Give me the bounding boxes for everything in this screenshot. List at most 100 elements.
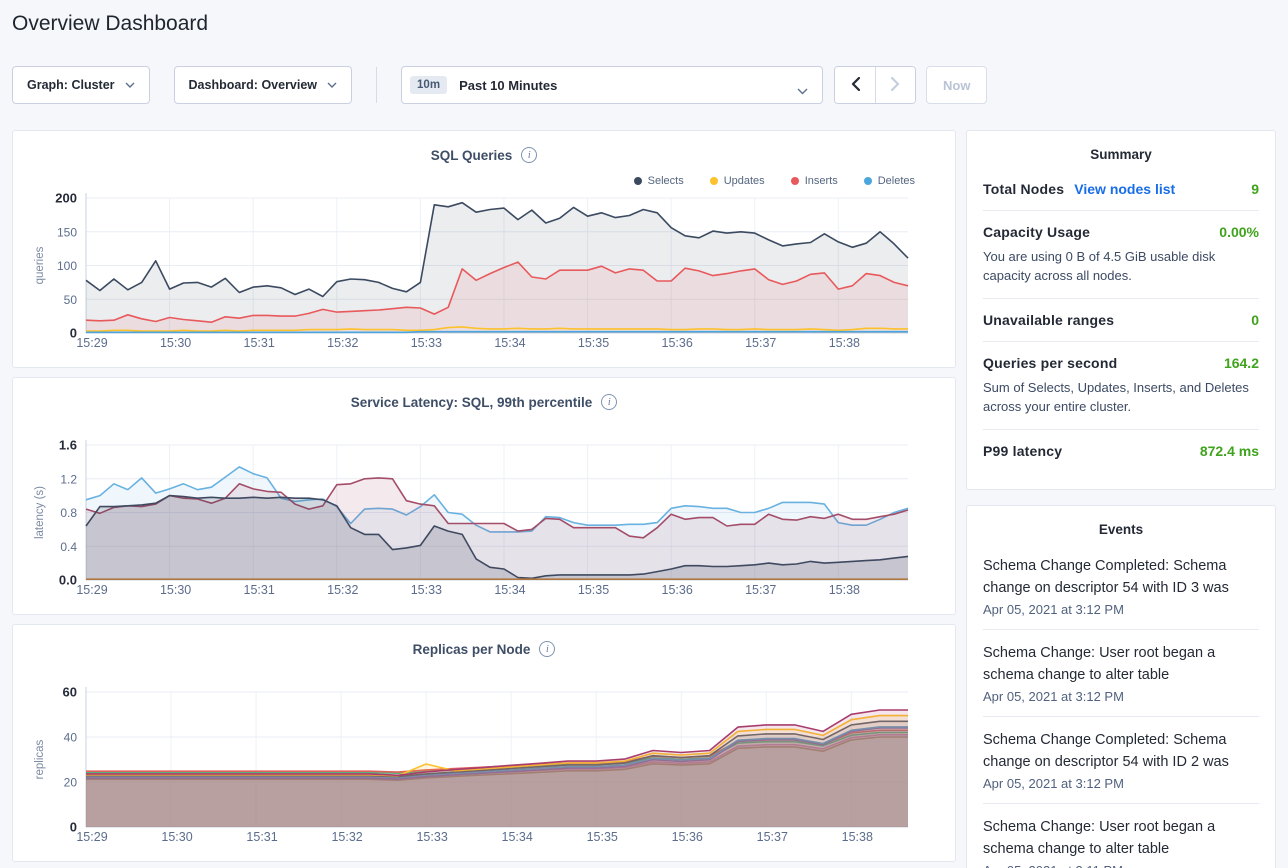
svg-text:15:38: 15:38 <box>829 336 860 350</box>
summary-row-p99: P99 latency 872.4 ms <box>983 430 1259 459</box>
svg-text:15:36: 15:36 <box>672 830 703 844</box>
info-icon[interactable]: i <box>539 641 555 657</box>
dashboard-dropdown[interactable]: Dashboard: Overview <box>174 66 353 104</box>
chevron-down-icon <box>327 82 337 88</box>
event-text: Schema Change Completed: Schema change o… <box>983 555 1259 599</box>
svg-text:15:30: 15:30 <box>160 336 191 350</box>
chart-header: SQL Queries i <box>13 147 955 163</box>
capacity-value: 0.00% <box>1219 224 1259 240</box>
svg-text:15:36: 15:36 <box>662 336 693 350</box>
svg-text:1.2: 1.2 <box>60 472 77 486</box>
legend-item-inserts: Inserts <box>791 175 838 187</box>
event-item[interactable]: Schema Change: User root began a schema … <box>983 630 1259 717</box>
svg-text:15:32: 15:32 <box>331 830 362 844</box>
svg-text:15:33: 15:33 <box>411 336 442 350</box>
service-latency-card: Service Latency: SQL, 99th percentile i … <box>12 377 956 615</box>
page-title: Overview Dashboard <box>12 12 208 36</box>
time-step-group <box>834 66 916 104</box>
svg-text:15:32: 15:32 <box>327 583 358 597</box>
svg-text:20: 20 <box>64 776 78 790</box>
chevron-down-icon <box>125 82 135 88</box>
svg-text:15:36: 15:36 <box>662 583 693 597</box>
event-text: Schema Change: User root began a schema … <box>983 642 1259 686</box>
sql-queries-card: SQL Queries i Selects Updates Inserts Delet… <box>12 130 956 368</box>
now-button[interactable]: Now <box>926 66 987 104</box>
legend-item-deletes: Deletes <box>864 175 915 187</box>
svg-text:replicas: replicas <box>34 739 46 779</box>
svg-text:15:32: 15:32 <box>327 336 358 350</box>
toolbar-divider <box>376 67 377 103</box>
total-nodes-value: 9 <box>1251 181 1259 197</box>
svg-text:15:37: 15:37 <box>745 336 776 350</box>
replicas-per-node-card: Replicas per Node i 15:2915:3015:3115:32… <box>12 624 956 862</box>
event-text: Schema Change Completed: Schema change o… <box>983 729 1259 773</box>
svg-text:15:35: 15:35 <box>587 830 618 844</box>
svg-text:50: 50 <box>64 293 78 307</box>
svg-text:15:30: 15:30 <box>160 583 191 597</box>
p99-latency-label: P99 latency <box>983 443 1062 459</box>
service-latency-chart[interactable]: 15:2915:3015:3115:3215:3315:3415:3515:36… <box>13 434 957 604</box>
graph-dropdown[interactable]: Graph: Cluster <box>12 66 150 104</box>
summary-title: Summary <box>983 147 1259 162</box>
svg-text:0.0: 0.0 <box>59 573 77 588</box>
legend-dot <box>791 177 799 185</box>
dashboard-dropdown-label: Dashboard: Overview <box>189 78 318 92</box>
unavailable-ranges-value: 0 <box>1251 312 1259 328</box>
replicas-per-node-chart[interactable]: 15:2915:3015:3115:3215:3315:3415:3515:36… <box>13 681 957 851</box>
capacity-label: Capacity Usage <box>983 224 1090 240</box>
summary-panel: Summary Total Nodes View nodes list 9 Ca… <box>966 130 1276 490</box>
qps-description: Sum of Selects, Updates, Inserts, and De… <box>983 378 1259 416</box>
capacity-description: You are using 0 B of 4.5 GiB usable disk… <box>983 247 1259 285</box>
svg-text:latency (s): latency (s) <box>34 486 46 539</box>
legend-dot <box>710 177 718 185</box>
event-item[interactable]: Schema Change Completed: Schema change o… <box>983 717 1259 804</box>
svg-text:15:30: 15:30 <box>161 830 192 844</box>
svg-text:40: 40 <box>64 731 78 745</box>
legend-item-updates: Updates <box>710 175 765 187</box>
qps-label: Queries per second <box>983 355 1117 371</box>
qps-value: 164.2 <box>1224 355 1259 371</box>
event-text: Schema Change: User root began a schema … <box>983 816 1259 860</box>
info-icon[interactable]: i <box>601 394 617 410</box>
unavailable-ranges-label: Unavailable ranges <box>983 312 1114 328</box>
svg-text:15:34: 15:34 <box>502 830 533 844</box>
svg-text:100: 100 <box>57 259 77 273</box>
time-range-picker[interactable]: 10m Past 10 Minutes <box>401 66 823 104</box>
event-item[interactable]: Schema Change Completed: Schema change o… <box>983 543 1259 630</box>
summary-row-total-nodes: Total Nodes View nodes list 9 <box>983 168 1259 197</box>
svg-text:15:31: 15:31 <box>244 583 275 597</box>
svg-text:0.4: 0.4 <box>60 540 77 554</box>
view-nodes-link[interactable]: View nodes list <box>1074 181 1175 197</box>
svg-text:150: 150 <box>57 225 77 239</box>
svg-text:15:31: 15:31 <box>244 336 275 350</box>
svg-text:15:33: 15:33 <box>411 583 442 597</box>
chart-title: Service Latency: SQL, 99th percentile <box>351 395 593 410</box>
svg-text:queries: queries <box>34 246 46 284</box>
svg-text:15:33: 15:33 <box>416 830 447 844</box>
sql-queries-chart[interactable]: 15:2915:3015:3115:3215:3315:3415:3515:36… <box>13 187 957 357</box>
svg-text:15:38: 15:38 <box>842 830 873 844</box>
svg-text:0: 0 <box>70 820 77 835</box>
summary-row-qps: Queries per second 164.2 <box>983 342 1259 371</box>
next-time-button[interactable] <box>875 67 915 103</box>
legend-dot <box>864 177 872 185</box>
svg-text:15:35: 15:35 <box>578 336 609 350</box>
chevron-down-icon <box>797 83 808 98</box>
event-item[interactable]: Schema Change: User root began a schema … <box>983 804 1259 868</box>
svg-text:15:29: 15:29 <box>76 583 107 597</box>
info-icon[interactable]: i <box>521 147 537 163</box>
summary-row-unavailable: Unavailable ranges 0 <box>983 299 1259 328</box>
events-title: Events <box>983 522 1259 537</box>
svg-text:60: 60 <box>63 685 77 700</box>
chart-header: Service Latency: SQL, 99th percentile i <box>13 394 955 410</box>
event-timestamp: Apr 05, 2021 at 3:12 PM <box>983 689 1259 704</box>
legend-item-selects: Selects <box>634 175 684 187</box>
chart-header: Replicas per Node i <box>13 641 955 657</box>
summary-row-capacity: Capacity Usage 0.00% <box>983 211 1259 240</box>
chart-legend: Selects Updates Inserts Deletes <box>634 175 915 187</box>
events-list: Schema Change Completed: Schema change o… <box>983 543 1259 868</box>
event-timestamp: Apr 05, 2021 at 3:12 PM <box>983 776 1259 791</box>
svg-text:15:34: 15:34 <box>494 336 525 350</box>
prev-time-button[interactable] <box>835 67 875 103</box>
chevron-right-icon <box>891 77 900 94</box>
